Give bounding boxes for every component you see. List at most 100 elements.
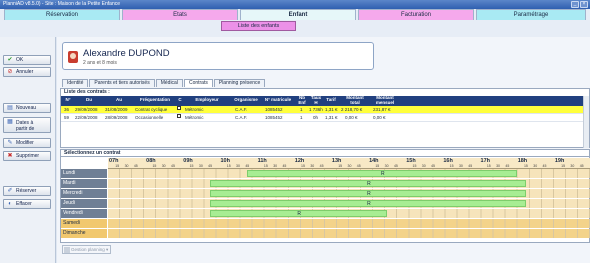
tab-etats[interactable]: Etats [122, 9, 238, 20]
day-name: Jeudi [61, 199, 108, 208]
reservation-bar[interactable]: R [210, 210, 387, 217]
quarter-label: 30 [236, 164, 240, 168]
contract-row[interactable]: 36 29/09/2008 31/08/2009 Contrat cycliqu… [61, 106, 589, 114]
close-button[interactable]: × [580, 1, 588, 8]
col-c[interactable]: C [177, 97, 183, 103]
quarter-label: 45 [431, 164, 435, 168]
checkbox-icon [177, 114, 181, 118]
reserver-button[interactable]: ✐ Réserver [3, 186, 51, 196]
col-taux[interactable]: Taux H [309, 95, 323, 105]
dates-a-partir-button[interactable]: ▦ Dates à partir de [3, 117, 51, 133]
effacer-button[interactable]: ◐ Effacer [3, 199, 51, 209]
ok-button[interactable]: ✔ OK [3, 55, 51, 65]
col-nb-enf[interactable]: Nb Enf [297, 95, 307, 105]
day-cells[interactable]: R [108, 179, 590, 188]
row-tarif: 1,31 € [325, 115, 338, 120]
supprimer-label: Supprimer [16, 153, 40, 159]
day-cells[interactable] [108, 229, 590, 238]
col-au[interactable]: Au [105, 97, 133, 103]
row-total: 2 218,70 € [341, 107, 363, 112]
row-employeur: Métromic [185, 115, 204, 120]
gestion-planning-button[interactable]: Gestion planning ▾ [62, 245, 111, 254]
row-freq: Occasionnelle [135, 115, 164, 120]
reservation-bar[interactable]: R [247, 170, 517, 177]
reserve-icon: ✐ [7, 188, 13, 194]
quarter-label: 30 [198, 164, 203, 168]
quarter-label: 15 [449, 164, 454, 168]
annuler-button[interactable]: ⊘ Annuler [3, 67, 51, 77]
tab-facturation[interactable]: Facturation [358, 9, 474, 20]
row-taux: 1 736h [309, 107, 323, 112]
new-document-icon: ▤ [7, 105, 13, 111]
planning-icon [64, 247, 70, 253]
row-au: 28/09/2008 [105, 115, 128, 120]
gestion-planning-label: Gestion planning [71, 247, 105, 252]
day-row[interactable]: Jeudi R [61, 199, 590, 208]
row-employeur: Métromic [185, 107, 204, 112]
row-taux: 0h [313, 115, 319, 120]
contracts-title: Liste des contrats : [64, 89, 110, 95]
col-du[interactable]: Du [75, 97, 103, 103]
window-title: PlanniAD v8.5.0) - Site : Maison de la P… [3, 1, 121, 7]
col-tarif[interactable]: Tarif [325, 97, 337, 103]
day-row[interactable]: Vendredi R [61, 209, 590, 218]
row-au: 31/08/2009 [105, 107, 128, 112]
tab-enfant[interactable]: Enfant [240, 9, 356, 20]
child-card: Alexandre DUPOND 2 ans et 8 mois [62, 42, 374, 70]
col-montant-mensuel[interactable]: Montant mensuel [371, 95, 399, 105]
child-age: 2 ans et 8 mois [83, 60, 117, 66]
day-cells[interactable]: R [108, 189, 590, 198]
tab-medical[interactable]: Médical [155, 79, 183, 87]
day-cells[interactable]: R [108, 199, 590, 208]
quarter-label: 45 [133, 164, 138, 168]
day-row[interactable]: Dimanche [61, 229, 590, 238]
day-cells[interactable]: R [108, 209, 590, 218]
quarter-label: 15 [561, 164, 566, 168]
day-name: Lundi [61, 169, 108, 178]
contracts-scrollbar[interactable] [583, 96, 589, 148]
day-name: Dimanche [61, 229, 108, 238]
reservation-bar[interactable]: R [210, 200, 526, 207]
col-frequentation[interactable]: Fréquentation [135, 97, 175, 103]
quarter-label: 30 [458, 164, 463, 168]
quarter-label: 15 [226, 164, 231, 168]
col-matricule[interactable]: N° matricule [261, 97, 295, 103]
col-n[interactable]: N° [63, 97, 73, 103]
calendar-icon: ▦ [7, 119, 13, 125]
tab-contrats[interactable]: Contrats [183, 79, 213, 87]
day-row[interactable]: Lundi R [61, 169, 590, 178]
day-row[interactable]: Samedi [61, 219, 590, 228]
quarter-label: 15 [523, 164, 528, 168]
nouveau-button[interactable]: ▤ Nouveau [3, 103, 51, 113]
edit-icon: ✎ [7, 140, 13, 146]
tab-planning-presence[interactable]: Planning présence [213, 79, 266, 87]
tab-reservation[interactable]: Réservation [4, 9, 120, 20]
reservation-bar[interactable]: R [210, 190, 526, 197]
dropdown-arrow-icon: ▾ [104, 247, 109, 252]
reservation-bar[interactable]: R [210, 180, 526, 187]
contract-row[interactable]: 59 22/09/2008 28/09/2008 Occasionnelle M… [61, 114, 589, 122]
tab-identite[interactable]: Identité [62, 79, 89, 87]
cancel-icon: ⊘ [7, 69, 13, 75]
tab-parametrage[interactable]: Paramétrage [476, 9, 586, 20]
col-employeur[interactable]: Employeur [185, 97, 229, 103]
row-nb: 1 [300, 107, 303, 112]
quarter-label: 30 [347, 164, 352, 168]
quarter-label: 15 [301, 164, 305, 168]
day-row[interactable]: Mardi R [61, 179, 590, 188]
day-row[interactable]: Mercredi R [61, 189, 590, 198]
reservation-mark: R [297, 211, 302, 217]
subtab-liste-enfants[interactable]: Liste des enfants [221, 21, 296, 31]
tab-parents[interactable]: Parents et tiers autorisés [89, 79, 155, 87]
planning-grid: 07h 15 30 45 08h 15 30 45 09h 15 30 45 10h 15 30 45 11h 1… [61, 158, 590, 243]
quarter-label: 45 [393, 164, 398, 168]
col-montant-total[interactable]: Montant total [341, 95, 369, 105]
contracts-panel: Liste des contrats : N° Du Au Fréquentat… [60, 88, 590, 148]
modifier-button[interactable]: ✎ Modifier [3, 138, 51, 148]
day-cells[interactable] [108, 219, 590, 228]
supprimer-button[interactable]: ✖ Supprimer [3, 151, 51, 161]
day-cells[interactable]: R [108, 169, 590, 178]
col-organisme[interactable]: Organisme [231, 97, 261, 103]
minimize-button[interactable]: _ [571, 1, 579, 8]
reserver-label: Réserver [16, 188, 37, 194]
